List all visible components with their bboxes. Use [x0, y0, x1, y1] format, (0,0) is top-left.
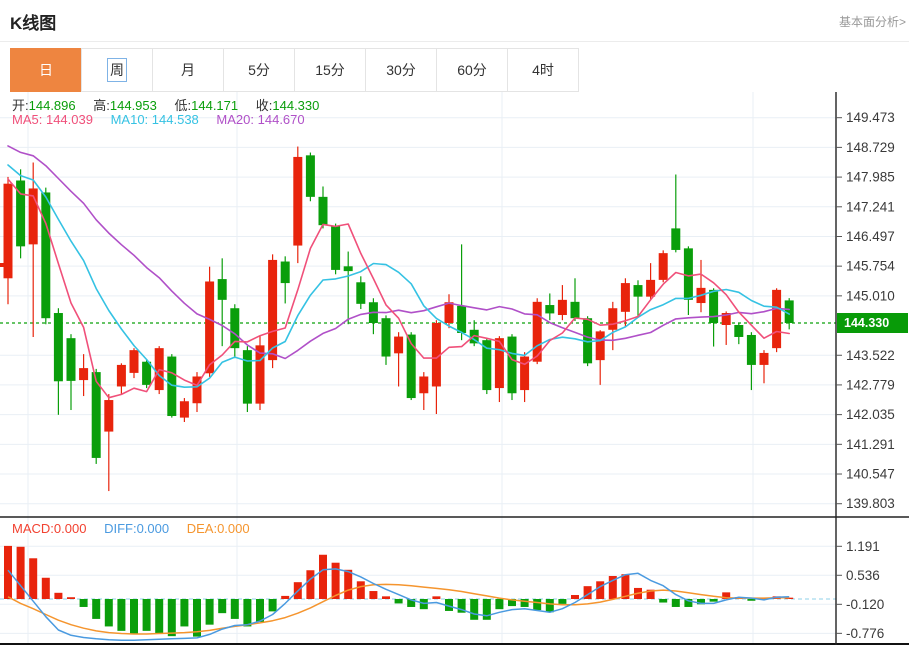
- macd-label: MACD:: [12, 521, 54, 536]
- high-value: 144.953: [110, 98, 157, 113]
- page-title: K线图: [10, 9, 56, 34]
- diff-value: 0.000: [137, 521, 170, 536]
- low-value: 144.171: [191, 98, 238, 113]
- svg-text:142.779: 142.779: [846, 377, 895, 392]
- svg-text:143.522: 143.522: [846, 348, 895, 363]
- dea-label: DEA:: [187, 521, 217, 536]
- ma5-value: 144.039: [46, 112, 93, 127]
- svg-text:142.035: 142.035: [846, 407, 895, 422]
- svg-text:1.191: 1.191: [846, 539, 880, 554]
- macd-readout: MACD:0.000 DIFF:0.000 DEA:0.000: [12, 521, 264, 536]
- tab-4hour[interactable]: 4时: [507, 48, 579, 92]
- tab-month-label: 月: [181, 60, 195, 80]
- ma10-value: 144.538: [152, 112, 199, 127]
- interval-tabs: 日 周 月 5分 15分 30分 60分 4时: [10, 48, 579, 92]
- close-label: 收:: [256, 98, 273, 113]
- tab-15min-label: 15分: [315, 60, 345, 80]
- dea-value: 0.000: [217, 521, 250, 536]
- low-label: 低:: [175, 98, 192, 113]
- kline-page: K线图 基本面分析> 日 周 月 5分 15分 30分 60分 4时 149.4…: [0, 0, 909, 647]
- svg-text:145.010: 145.010: [846, 288, 895, 303]
- diff-label: DIFF:: [104, 521, 137, 536]
- high-label: 高:: [93, 98, 110, 113]
- svg-text:0.536: 0.536: [846, 568, 880, 583]
- svg-text:148.729: 148.729: [846, 140, 895, 155]
- tab-30min-label: 30分: [386, 60, 416, 80]
- tab-5min[interactable]: 5分: [223, 48, 295, 92]
- tab-week[interactable]: 周: [81, 48, 153, 92]
- page-header: K线图 基本面分析>: [0, 0, 909, 42]
- chart-area: 149.473 148.729 147.985 147.241 146.497 145.7…: [0, 92, 909, 647]
- tab-4hour-label: 4时: [532, 60, 554, 80]
- tab-15min[interactable]: 15分: [294, 48, 366, 92]
- svg-text:145.754: 145.754: [846, 259, 895, 274]
- tab-60min[interactable]: 60分: [436, 48, 508, 92]
- svg-text:147.241: 147.241: [846, 199, 895, 214]
- tab-60min-label: 60分: [457, 60, 487, 80]
- svg-text:141.291: 141.291: [846, 437, 895, 452]
- ma20-value: 144.670: [258, 112, 305, 127]
- open-value: 144.896: [29, 98, 76, 113]
- macd-value: 0.000: [54, 521, 87, 536]
- tab-5min-label: 5分: [248, 60, 270, 80]
- svg-text:147.985: 147.985: [846, 170, 895, 185]
- close-value: 144.330: [272, 98, 319, 113]
- ma5-label: MA5:: [12, 112, 42, 127]
- ma20-label: MA20:: [216, 112, 254, 127]
- svg-text:140.547: 140.547: [846, 467, 895, 482]
- ma10-label: MA10:: [111, 112, 149, 127]
- svg-text:-0.120: -0.120: [846, 597, 884, 612]
- tab-30min[interactable]: 30分: [365, 48, 437, 92]
- svg-text:139.803: 139.803: [846, 496, 895, 511]
- svg-text:149.473: 149.473: [846, 110, 895, 125]
- tab-week-label: 周: [108, 59, 126, 81]
- svg-text:-0.776: -0.776: [846, 626, 884, 641]
- svg-text:146.497: 146.497: [846, 229, 895, 244]
- ma-readout: MA5: 144.039 MA10: 144.538 MA20: 144.670: [12, 112, 319, 127]
- tab-month[interactable]: 月: [152, 48, 224, 92]
- tab-day-label: 日: [39, 60, 53, 80]
- last-price-tag: 144.330: [837, 313, 908, 333]
- tab-day[interactable]: 日: [10, 48, 82, 92]
- kline-chart-canvas[interactable]: 149.473 148.729 147.985 147.241 146.497 145.7…: [0, 92, 909, 647]
- open-label: 开:: [12, 98, 29, 113]
- fundamental-analysis-link[interactable]: 基本面分析>: [839, 13, 906, 30]
